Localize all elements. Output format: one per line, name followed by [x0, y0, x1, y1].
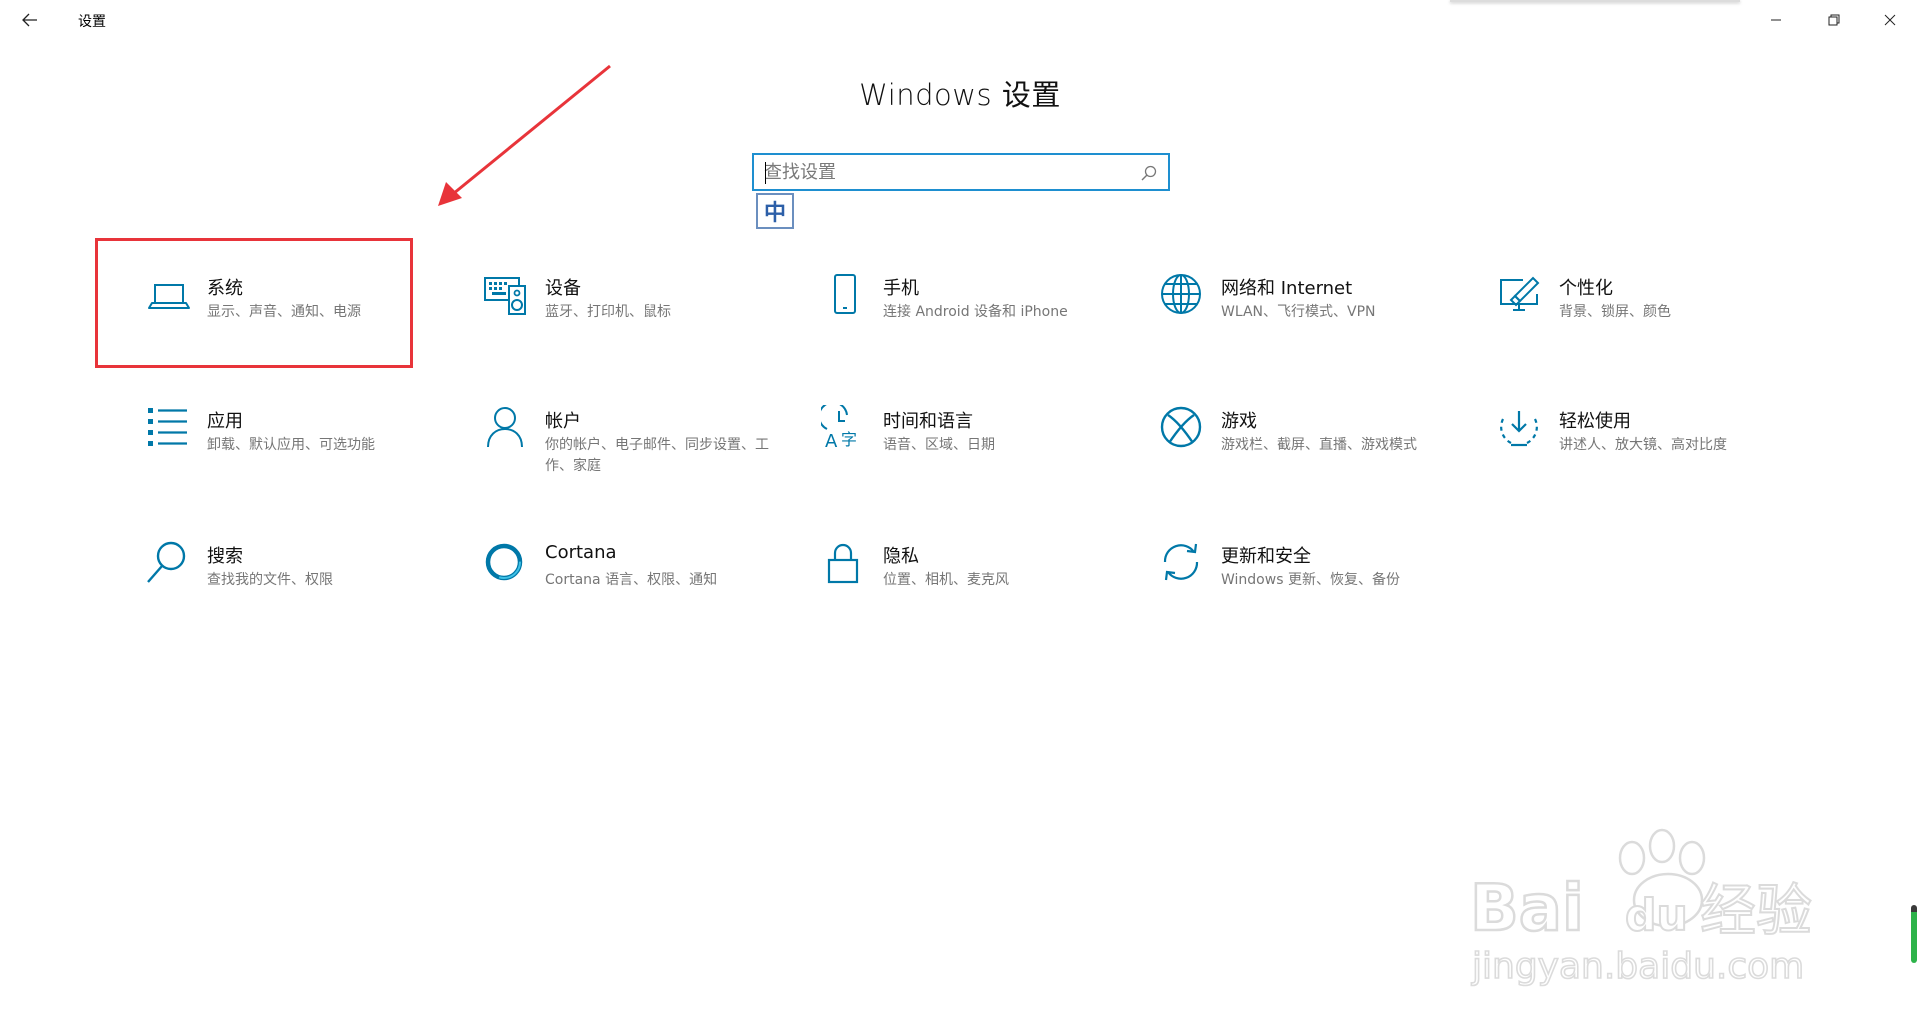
tile-personalization[interactable]: 个性化 背景、锁屏、颜色	[1497, 272, 1827, 382]
ime-indicator[interactable]: 中	[756, 193, 794, 229]
person-icon	[483, 405, 531, 453]
tile-privacy[interactable]: 隐私 位置、相机、麦克风	[821, 540, 1151, 650]
restore-button[interactable]	[1806, 0, 1862, 40]
tile-label: 轻松使用	[1559, 411, 1631, 432]
tile-ease-of-access[interactable]: 轻松使用 讲述人、放大镜、高对比度	[1497, 405, 1827, 515]
tile-label: 帐户	[545, 411, 581, 432]
svg-text:A: A	[825, 431, 838, 452]
tile-label: Cortana	[545, 542, 617, 563]
tile-cortana[interactable]: Cortana Cortana 语言、权限、通知	[483, 540, 813, 650]
annotation-arrow	[438, 64, 611, 206]
tile-label: 游戏	[1221, 411, 1257, 432]
tile-description: 查找我的文件、权限	[207, 572, 333, 588]
lock-icon	[821, 540, 869, 588]
svg-text:经验: 经验	[1700, 879, 1812, 944]
tile-description: WLAN、飞行模式、VPN	[1221, 304, 1376, 320]
xbox-icon	[1159, 405, 1207, 453]
tile-description: Windows 更新、恢复、备份	[1221, 572, 1400, 588]
tile-label: 设备	[545, 278, 581, 299]
minimize-icon	[1771, 19, 1781, 21]
restore-icon	[1828, 14, 1840, 26]
title-bar: 设置	[0, 0, 1920, 40]
tile-label: 应用	[207, 411, 243, 432]
svg-text:Bai: Bai	[1470, 872, 1584, 946]
close-icon	[1884, 14, 1896, 26]
search-box[interactable]	[752, 153, 1170, 191]
tile-description: 连接 Android 设备和 iPhone	[883, 304, 1068, 320]
tile-label: 隐私	[883, 546, 919, 567]
page-title: Windows 设置	[859, 78, 1061, 112]
minimize-button[interactable]	[1748, 0, 1804, 40]
scroll-indicator[interactable]	[1911, 905, 1917, 963]
highlight-box	[95, 238, 413, 368]
svg-text:du: du	[1625, 890, 1688, 941]
keyboard-speaker-icon	[483, 272, 531, 320]
time-language-icon: A字	[821, 405, 869, 453]
search-input[interactable]	[764, 160, 1124, 184]
tile-phone[interactable]: 手机 连接 Android 设备和 iPhone	[821, 272, 1151, 382]
svg-text:jingyan.baidu.com: jingyan.baidu.com	[1471, 946, 1804, 987]
close-button[interactable]	[1862, 0, 1918, 40]
tile-search[interactable]: 搜索 查找我的文件、权限	[145, 540, 475, 650]
back-button[interactable]	[14, 4, 46, 36]
tile-time-language[interactable]: A字 时间和语言 语音、区域、日期	[821, 405, 1151, 515]
tile-update-security[interactable]: 更新和安全 Windows 更新、恢复、备份	[1159, 540, 1489, 650]
tile-description: 讲述人、放大镜、高对比度	[1559, 437, 1727, 453]
watermark-logo: Bai du 经验 jingyan.baidu.com	[1469, 828, 1813, 988]
tile-accounts[interactable]: 帐户 你的帐户、电子邮件、同步设置、工作、家庭	[483, 405, 813, 515]
ease-of-access-icon	[1497, 405, 1545, 453]
tile-network[interactable]: 网络和 Internet WLAN、飞行模式、VPN	[1159, 272, 1489, 382]
phone-icon	[821, 272, 869, 320]
globe-icon	[1159, 272, 1207, 320]
tile-label: 时间和语言	[883, 411, 973, 432]
tile-label: 网络和 Internet	[1221, 278, 1353, 299]
search-icon[interactable]	[1140, 164, 1158, 182]
tile-description: 蓝牙、打印机、鼠标	[545, 304, 671, 320]
tile-description: 语音、区域、日期	[883, 437, 995, 453]
tile-label: 更新和安全	[1221, 546, 1311, 567]
magnifier-icon	[145, 540, 193, 588]
tile-description: Cortana 语言、权限、通知	[545, 572, 718, 588]
tile-description: 游戏栏、截屏、直播、游戏模式	[1221, 437, 1417, 453]
cortana-ring-icon	[483, 540, 531, 588]
text-caret	[765, 162, 766, 184]
tile-label: 手机	[883, 278, 919, 299]
tile-devices[interactable]: 设备 蓝牙、打印机、鼠标	[483, 272, 813, 382]
paint-monitor-icon	[1497, 272, 1545, 320]
tile-description: 你的帐户、电子邮件、同步设置、工作、家庭	[545, 437, 769, 474]
sync-arrows-icon	[1159, 540, 1207, 588]
tile-label: 搜索	[207, 546, 243, 567]
app-list-icon	[145, 405, 193, 453]
overlay-edge	[1450, 0, 1740, 2]
svg-text:字: 字	[841, 430, 857, 449]
tile-label: 个性化	[1559, 278, 1613, 299]
app-title: 设置	[78, 14, 106, 30]
tile-apps[interactable]: 应用 卸载、默认应用、可选功能	[145, 405, 475, 515]
tile-description: 卸载、默认应用、可选功能	[207, 437, 375, 453]
tile-description: 背景、锁屏、颜色	[1559, 304, 1671, 320]
tile-description: 位置、相机、麦克风	[883, 572, 1009, 588]
tile-gaming[interactable]: 游戏 游戏栏、截屏、直播、游戏模式	[1159, 405, 1489, 515]
arrow-left-icon	[22, 13, 37, 27]
